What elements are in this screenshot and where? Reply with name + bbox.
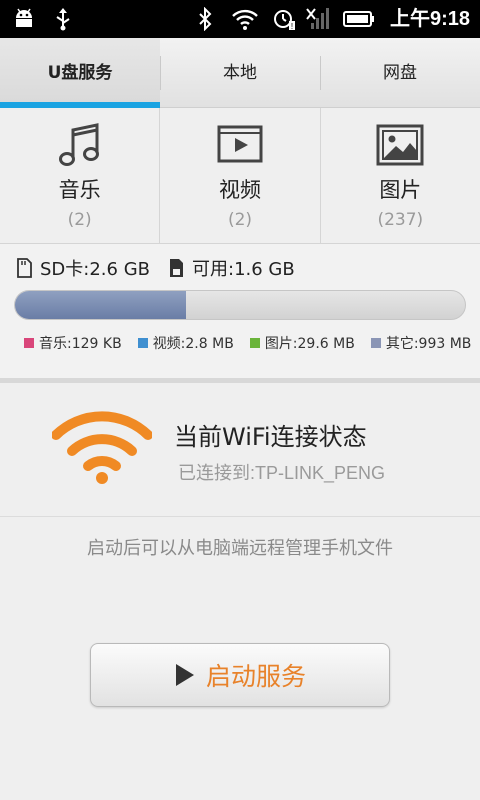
storage-summary: SD卡:2.6 GB 可用:1.6 GB: [16, 256, 295, 280]
category-count: (237): [377, 210, 424, 230]
category-video[interactable]: 视频 (2): [159, 108, 319, 243]
status-bar: ! 上午9:18: [0, 0, 480, 38]
wifi-status-panel: 当前WiFi连接状态 已连接到:TP-LINK_PENG: [0, 383, 480, 517]
wifi-icon: [51, 409, 153, 489]
available-storage-icon: [168, 258, 184, 278]
legend-swatch: [137, 338, 148, 348]
legend-swatch: [249, 338, 260, 348]
android-debug-icon: [10, 6, 38, 32]
storage-legend: 音乐:129 KB 视频:2.8 MB 图片:29.6 MB 其它:993 MB: [24, 332, 471, 354]
tab-local[interactable]: 本地: [160, 38, 320, 107]
legend-label: 视频:2.8 MB: [152, 336, 234, 352]
category-label: 图片: [379, 178, 422, 202]
legend-swatch: [370, 338, 381, 348]
bluetooth-icon: [194, 6, 216, 32]
category-picture[interactable]: 图片 (237): [319, 108, 480, 243]
picture-icon: [374, 122, 426, 168]
hint-text: 启动后可以从电脑端远程管理手机文件: [87, 538, 393, 559]
play-icon: [174, 662, 196, 688]
legend-video: 视频:2.8 MB: [137, 333, 234, 353]
sd-card-total: SD卡:2.6 GB: [40, 259, 150, 280]
battery-icon: [342, 6, 376, 32]
storage-panel: SD卡:2.6 GB 可用:1.6 GB 音乐:129 KB 视频:2.8 MB…: [0, 244, 480, 380]
start-service-button[interactable]: 启动服务: [90, 643, 390, 707]
tab-label: 网盘: [383, 63, 417, 83]
tab-cloud[interactable]: 网盘: [320, 38, 480, 107]
tab-usb-service[interactable]: U盘服务: [0, 38, 160, 108]
start-service-label: 启动服务: [205, 662, 306, 691]
legend-other: 其它:993 MB: [370, 333, 472, 353]
storage-usage-bar: [14, 290, 466, 320]
legend-label: 其它:993 MB: [385, 336, 472, 352]
legend-swatch: [24, 338, 34, 348]
available-storage: 可用:1.6 GB: [192, 259, 295, 280]
category-label: 视频: [218, 178, 261, 202]
category-count: (2): [227, 210, 253, 230]
video-play-icon: [214, 122, 266, 168]
legend-music: 音乐:129 KB: [24, 333, 122, 353]
legend-label: 音乐:129 KB: [39, 336, 122, 352]
storage-usage-fill: [15, 291, 186, 319]
signal-icon: [304, 6, 334, 32]
sd-card-icon: [16, 258, 32, 278]
clock: 上午9:18: [389, 8, 470, 30]
wifi-status-title: 当前WiFi连接状态: [174, 423, 367, 451]
wifi-signal-icon: [230, 6, 260, 32]
legend-label: 图片:29.6 MB: [264, 336, 355, 352]
tab-label: 本地: [223, 63, 257, 83]
music-note-icon: [54, 122, 106, 168]
category-label: 音乐: [58, 178, 101, 202]
legend-picture: 图片:29.6 MB: [249, 333, 355, 353]
tab-bar: U盘服务 本地 网盘: [0, 38, 480, 108]
usb-icon: [50, 6, 76, 32]
tab-label: U盘服务: [47, 63, 113, 83]
category-grid: 音乐 (2) 视频 (2) 图片 (237): [0, 108, 480, 244]
category-music[interactable]: 音乐 (2): [0, 108, 159, 243]
svg-text:!: !: [291, 22, 293, 31]
alarm-icon: !: [270, 6, 298, 32]
wifi-connection-status: 已连接到:TP-LINK_PENG: [178, 463, 386, 483]
category-count: (2): [67, 210, 92, 230]
